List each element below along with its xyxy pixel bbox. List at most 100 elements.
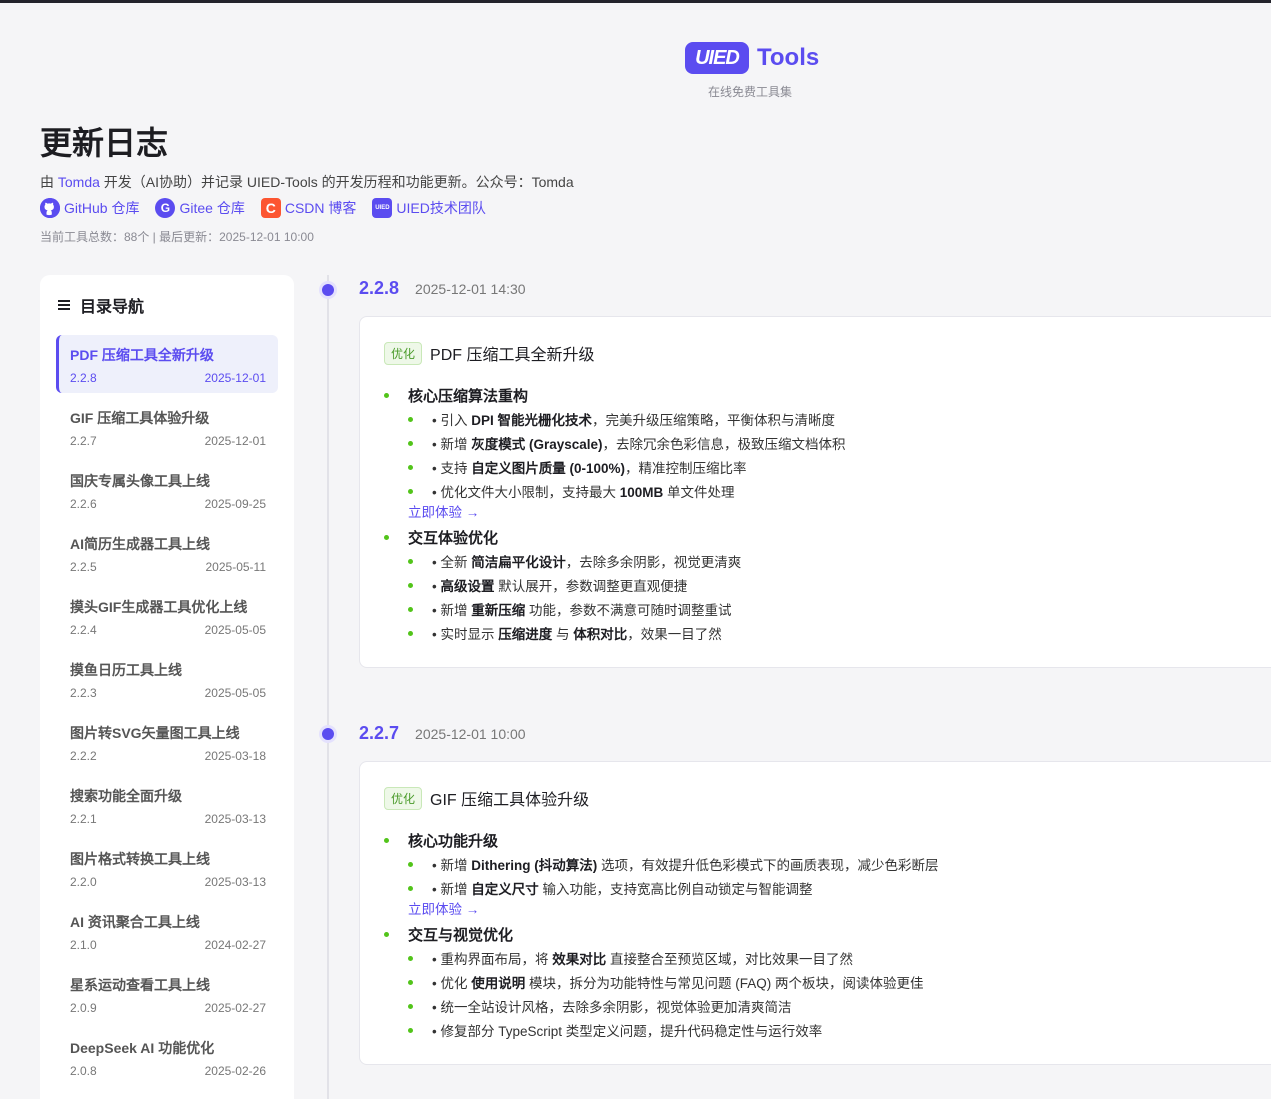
github-link[interactable]: GitHub 仓库 (40, 198, 139, 218)
toc-item[interactable]: DeepSeek AI 功能优化 2.0.8 2025-02-26 (56, 1028, 278, 1086)
text-part: 功能，参数不满意可随时调整重试 (525, 603, 732, 618)
toc-item-name: PDF 压缩工具全新升级 (70, 347, 214, 363)
change-item-text: • 统一全站设计风格，去除多余阴影，视觉体验更加清爽简洁 (432, 996, 791, 1016)
author-link[interactable]: Tomda (58, 174, 100, 190)
text-part: ，完美升级压缩策略，平衡体积与清晰度 (592, 413, 835, 428)
change-item-text: • 优化 使用说明 模块，拆分为功能特性与常见问题 (FAQ) 两个板块，阅读体… (432, 972, 923, 992)
toc-item-name: GIF 压缩工具体验升级 (70, 410, 210, 426)
timeline-line (327, 275, 329, 1099)
change-item: • 高级设置 默认展开，参数调整更直观便捷 (384, 573, 1264, 597)
bullet-dot (408, 440, 413, 446)
text-bold: 效果对比 (552, 952, 607, 967)
toc-item-version: 2.0.9 (70, 1001, 97, 1015)
change-item: • 新增 重新压缩 功能，参数不满意可随时调整重试 (384, 597, 1264, 621)
version-header: 2.2.7 2025-12-01 10:00 (359, 723, 526, 744)
try-now-link[interactable]: 立即体验 → (384, 503, 1264, 523)
change-item: • 修复部分 TypeScript 类型定义问题，提升代码稳定性与运行效率 (384, 1018, 1264, 1042)
toc-item-version: 2.0.8 (70, 1064, 97, 1078)
toc-item-meta: 2.0.8 2025-02-26 (70, 1064, 266, 1078)
bullet-dot (384, 392, 389, 398)
toc-item[interactable]: 摸鱼日历工具上线 2.2.3 2025-05-05 (56, 650, 278, 708)
bullet-dot (408, 861, 413, 867)
change-item: • 引入 DPI 智能光栅化技术，完美升级压缩策略，平衡体积与清晰度 (384, 407, 1264, 431)
changelog-card: 优化 PDF 压缩工具全新升级核心压缩算法重构 • 引入 DPI 智能光栅化技术，完… (359, 316, 1271, 668)
logo[interactable]: UIED Tools (685, 42, 819, 74)
text-part: • 实时显示 (432, 627, 499, 642)
toc-item-version: 2.2.3 (70, 686, 97, 700)
text-bold: 高级设置 (440, 579, 495, 594)
text-bold: 自定义图片质量 (0-100%) (471, 461, 626, 476)
github-icon (40, 198, 60, 218)
logo-badge: UIED (685, 42, 749, 74)
text-bold: 体积对比 (573, 627, 628, 642)
version-number: 2.2.7 (359, 723, 400, 743)
text-bold: 压缩进度 (498, 627, 553, 642)
card-header: 优化 PDF 压缩工具全新升级 (384, 341, 1264, 365)
type-tag: 优化 (384, 341, 423, 365)
text-part: • 优化文件大小限制，支持最大 (432, 485, 620, 500)
bullet-dot (408, 558, 413, 564)
section-title: 核心压缩算法重构 (384, 383, 1264, 407)
toc-item-meta: 2.2.0 2025-03-13 (70, 875, 266, 889)
toc-item[interactable]: 摸头GIF生成器工具优化上线 2.2.4 2025-05-05 (56, 587, 278, 645)
card-title: GIF 压缩工具体验升级 (430, 792, 590, 809)
text-bold: 使用说明 (471, 976, 526, 991)
section-title: 交互体验优化 (384, 525, 1264, 549)
toc-item-name: DeepSeek AI 功能优化 (70, 1040, 215, 1056)
change-item-text: • 全新 简洁扁平化设计，去除多余阴影，视觉更清爽 (432, 551, 741, 571)
csdn-link[interactable]: C CSDN 博客 (260, 198, 356, 218)
gitee-link[interactable]: G Gitee 仓库 (155, 198, 245, 218)
toc-item-version: 2.2.1 (70, 812, 97, 826)
toc-item-date: 2025-03-18 (204, 749, 266, 763)
toc-item-meta: 2.2.1 2025-03-13 (70, 812, 266, 826)
bullet-dot (384, 534, 389, 540)
toc-item[interactable]: 图片转SVG矢量图工具上线 2.2.2 2025-03-18 (56, 713, 278, 771)
try-now-link[interactable]: 立即体验 → (384, 900, 1264, 920)
toc-item-version: 2.2.0 (70, 875, 97, 889)
version-date: 2025-12-01 10:00 (415, 726, 526, 742)
bullet-dot (408, 488, 413, 494)
change-item-text: • 新增 重新压缩 功能，参数不满意可随时调整重试 (432, 599, 732, 619)
toc-item[interactable]: AI简历生成器工具上线 2.2.5 2025-05-11 (56, 524, 278, 582)
change-item: • 统一全站设计风格，去除多余阴影，视觉体验更加清爽简洁 (384, 994, 1264, 1018)
version-date: 2025-12-01 14:30 (415, 281, 526, 297)
toc-item-name: 图片格式转换工具上线 (70, 851, 210, 867)
toc-item[interactable]: 图片格式转换工具上线 2.2.0 2025-03-13 (56, 839, 278, 897)
change-item: • 支持 自定义图片质量 (0-100%)，精准控制压缩比率 (384, 455, 1264, 479)
text-bold: DPI 智能光栅化技术 (471, 413, 592, 428)
version-number: 2.2.8 (359, 278, 400, 298)
toc-item[interactable]: GIF 压缩工具体验升级 2.2.7 2025-12-01 (56, 398, 278, 456)
toc-item-date: 2025-12-01 (204, 371, 266, 385)
text-part: • 重构界面布局，将 (432, 952, 553, 967)
text-part: • 修复部分 TypeScript 类型定义问题，提升代码稳定性与运行效率 (432, 1024, 823, 1039)
toc-title: 目录导航 (56, 293, 278, 317)
text-part: 单文件处理 (663, 485, 735, 500)
logo-subtitle: 在线免费工具集 (707, 85, 792, 99)
text-part: • 新增 (432, 437, 472, 452)
toc-item-date: 2025-02-26 (204, 1064, 266, 1078)
text-bold: 自定义尺寸 (471, 882, 539, 897)
card-title: PDF 压缩工具全新升级 (430, 347, 595, 364)
toc-item[interactable]: 搜索功能全面升级 2.2.1 2025-03-13 (56, 776, 278, 834)
section-title-text: 交互与视觉优化 (408, 926, 514, 944)
toc-item-date: 2025-05-05 (204, 686, 266, 700)
toc-item-name: 图片转SVG矢量图工具上线 (70, 725, 240, 741)
toc-item-date: 2025-05-05 (204, 623, 266, 637)
toc-item-meta: 2.2.3 2025-05-05 (70, 686, 266, 700)
toc-item-meta: 2.2.4 2025-05-05 (70, 623, 266, 637)
toc-item-date: 2025-03-13 (204, 875, 266, 889)
toc-item-version: 2.2.8 (70, 371, 97, 385)
uied-team-link[interactable]: UIED UIED技术团队 (372, 198, 486, 218)
change-item: • 全新 简洁扁平化设计，去除多余阴影，视觉更清爽 (384, 549, 1264, 573)
bullet-dot (408, 416, 413, 422)
menu-icon (58, 300, 70, 310)
toc-item[interactable]: 星系运动查看工具上线 2.0.9 2025-02-27 (56, 965, 278, 1023)
text-part: 输入功能，支持宽高比例自动锁定与智能调整 (538, 882, 813, 897)
toc-item[interactable]: AI智能搜索工具上线2.0.72025-02-25 (56, 1091, 278, 1099)
toc-item[interactable]: PDF 压缩工具全新升级 2.2.8 2025-12-01 (56, 335, 278, 393)
toc-item[interactable]: 国庆专属头像工具上线 2.2.6 2025-09-25 (56, 461, 278, 519)
toc-item[interactable]: AI 资讯聚合工具上线 2.1.0 2024-02-27 (56, 902, 278, 960)
card-header: 优化 GIF 压缩工具体验升级 (384, 786, 1264, 810)
bullet-dot (408, 582, 413, 588)
toc-item-meta: 2.1.0 2024-02-27 (70, 938, 266, 952)
